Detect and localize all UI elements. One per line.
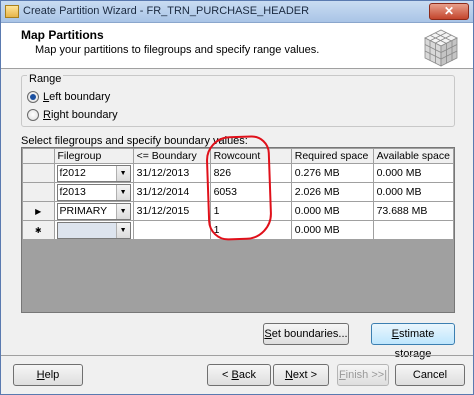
estimate-storage-accel: E: [391, 328, 399, 340]
right-boundary-option[interactable]: Right boundary: [27, 109, 118, 121]
available-space-cell: [372, 220, 454, 240]
row-selector[interactable]: ▶: [22, 201, 55, 221]
table-row[interactable]: ▶ PRIMARY ▼ 31/12/2015 1 0.000 MB 73.688 …: [22, 201, 454, 221]
page-subtitle: Map your partitions to filegroups and sp…: [35, 44, 320, 56]
rowcount-cell: 826: [209, 163, 292, 183]
back-prefix: <: [222, 369, 232, 381]
filegroup-cell[interactable]: PRIMARY ▼: [53, 201, 134, 221]
chevron-down-icon[interactable]: ▼: [115, 203, 130, 219]
col-required-space[interactable]: Required space: [290, 148, 374, 164]
set-boundaries-accel: S: [264, 328, 272, 340]
left-boundary-label[interactable]: Left boundary: [43, 91, 110, 103]
boundary-cell[interactable]: 31/12/2014: [132, 182, 211, 202]
back-accel: B: [231, 369, 239, 381]
row-selector[interactable]: ✱: [22, 220, 55, 240]
rowcount-cell: 6053: [209, 182, 292, 202]
right-boundary-radio[interactable]: [27, 109, 39, 121]
filegroup-value: PRIMARY: [59, 205, 108, 217]
left-boundary-text: eft boundary: [49, 91, 111, 103]
table-row[interactable]: f2013 ▼ 31/12/2014 6053 2.026 MB 0.000 MB: [22, 182, 454, 202]
filegroup-dropdown[interactable]: f2012 ▼: [56, 164, 131, 182]
rowcount-cell: 1: [209, 201, 292, 221]
required-space-cell: 0.276 MB: [290, 163, 374, 183]
right-boundary-label[interactable]: Right boundary: [43, 109, 118, 121]
help-accel: H: [36, 369, 45, 381]
filegroup-value: f2013: [59, 186, 86, 198]
boundary-cell[interactable]: 31/12/2015: [132, 201, 211, 221]
next-accel: N: [284, 369, 293, 381]
page-title: Map Partitions: [21, 28, 104, 42]
finish-accel: F: [338, 369, 346, 381]
partition-grid[interactable]: Filegroup <= Boundary Rowcount Required …: [21, 147, 455, 313]
current-row-icon: ▶: [35, 207, 42, 216]
required-space-cell: 0.000 MB: [290, 220, 374, 240]
finish-text: inish >>|: [345, 369, 388, 381]
filegroup-cell[interactable]: f2012 ▼: [53, 163, 134, 183]
set-boundaries-button[interactable]: Set boundaries...: [263, 323, 349, 345]
required-space-cell: 2.026 MB: [290, 182, 374, 202]
finish-button[interactable]: Finish >>|: [337, 364, 389, 386]
boundary-cell[interactable]: [132, 220, 211, 240]
filegroup-dropdown[interactable]: PRIMARY ▼: [56, 202, 131, 220]
range-label: Range: [27, 73, 64, 85]
next-button[interactable]: Next >: [273, 364, 329, 386]
available-space-cell: 0.000 MB: [372, 163, 454, 183]
table-row-new[interactable]: ✱ ▼ 1 0.000 MB: [22, 220, 454, 240]
chevron-down-icon[interactable]: ▼: [115, 222, 130, 238]
partition-cube-icon: [424, 29, 458, 67]
row-selector[interactable]: [22, 182, 55, 202]
filegroup-cell[interactable]: ▼: [53, 220, 134, 240]
row-selector[interactable]: [22, 163, 55, 183]
footer-divider: [1, 355, 473, 356]
left-boundary-option[interactable]: Left boundary: [27, 91, 110, 103]
help-button[interactable]: Help: [13, 364, 83, 386]
wizard-window: Create Partition Wizard - FR_TRN_PURCHAS…: [0, 0, 474, 395]
left-boundary-radio[interactable]: [27, 91, 39, 103]
close-button[interactable]: ✕: [429, 3, 469, 20]
available-space-cell: 0.000 MB: [372, 182, 454, 202]
col-rowcount[interactable]: Rowcount: [209, 148, 292, 164]
back-button[interactable]: < Back: [207, 364, 271, 386]
grid-header-row: Filegroup <= Boundary Rowcount Required …: [22, 148, 454, 164]
grid-caption: Select filegroups and specify boundary v…: [21, 135, 248, 147]
header-panel: Map Partitions Map your partitions to fi…: [1, 23, 473, 69]
required-space-cell: 0.000 MB: [290, 201, 374, 221]
rowcount-cell: 1: [209, 220, 292, 240]
chevron-down-icon[interactable]: ▼: [115, 184, 130, 200]
grid-corner: [22, 148, 55, 164]
title-bar[interactable]: Create Partition Wizard - FR_TRN_PURCHAS…: [1, 1, 473, 23]
cancel-button[interactable]: Cancel: [395, 364, 465, 386]
col-boundary[interactable]: <= Boundary: [132, 148, 211, 164]
estimate-storage-button[interactable]: Estimate storage: [371, 323, 455, 360]
table-row[interactable]: f2012 ▼ 31/12/2013 826 0.276 MB 0.000 MB: [22, 163, 454, 183]
back-text: ack: [238, 369, 256, 381]
right-boundary-accel: R: [43, 109, 51, 121]
window-title: Create Partition Wizard - FR_TRN_PURCHAS…: [23, 5, 310, 17]
filegroup-value: f2012: [59, 167, 86, 179]
wizard-app-icon: [5, 5, 19, 18]
right-boundary-text: ight boundary: [50, 109, 118, 121]
filegroup-dropdown[interactable]: f2013 ▼: [56, 183, 131, 201]
available-space-cell: 73.688 MB: [372, 201, 454, 221]
filegroup-cell[interactable]: f2013 ▼: [53, 182, 134, 202]
next-text: ext >: [292, 369, 318, 381]
help-text: elp: [44, 369, 60, 381]
col-available-space[interactable]: Available space: [372, 148, 454, 164]
boundary-cell[interactable]: 31/12/2013: [132, 163, 211, 183]
set-boundaries-text: et boundaries...: [271, 328, 348, 340]
filegroup-dropdown[interactable]: ▼: [56, 221, 131, 239]
chevron-down-icon[interactable]: ▼: [115, 165, 130, 181]
new-row-icon: ✱: [34, 226, 42, 235]
col-filegroup[interactable]: Filegroup: [53, 148, 134, 164]
